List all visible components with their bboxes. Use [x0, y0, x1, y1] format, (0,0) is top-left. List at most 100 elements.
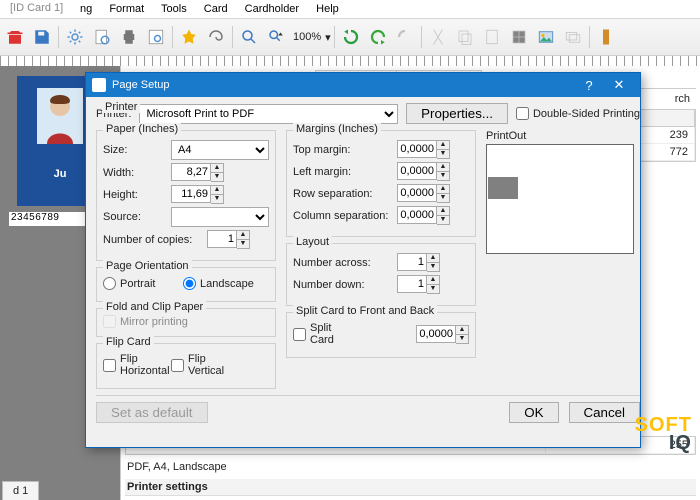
set-default-button: Set as default	[96, 402, 208, 423]
menu-item[interactable]: Tools	[161, 3, 187, 15]
size-select[interactable]: A4	[171, 140, 269, 160]
margins-legend: Margins (Inches)	[293, 123, 381, 135]
top-margin-spinner[interactable]: ▲▼	[397, 140, 450, 159]
undo-icon[interactable]	[392, 24, 418, 50]
menu-item[interactable]: ng	[80, 3, 92, 15]
double-sided-checkbox[interactable]: Double-Sided Printing	[516, 107, 640, 120]
across-label: Number across:	[293, 257, 393, 269]
pin-icon[interactable]	[176, 24, 202, 50]
size-label: Size:	[103, 144, 167, 156]
menu-item[interactable]: Cardholder	[245, 3, 299, 15]
delete-icon[interactable]	[2, 24, 28, 50]
printout-group: PrintOut	[486, 130, 640, 389]
zoom-level[interactable]: 100%	[290, 31, 324, 43]
copies-spinner[interactable]: ▲▼	[207, 230, 250, 249]
printout-preview	[486, 144, 634, 254]
height-spinner[interactable]: ▲▼	[171, 185, 224, 204]
dialog-titlebar[interactable]: Page Setup ? ✕	[86, 73, 640, 97]
refresh-icon[interactable]	[338, 24, 364, 50]
cancel-button[interactable]: Cancel	[569, 402, 641, 423]
print-preview-icon[interactable]	[143, 24, 169, 50]
zoom-dropdown-icon[interactable]	[263, 24, 289, 50]
spiral-icon[interactable]	[203, 24, 229, 50]
separator	[58, 26, 59, 48]
main-toolbar: 100%▾	[0, 19, 700, 56]
printer-settings-header[interactable]: Printer settings	[125, 479, 696, 496]
split-checkbox[interactable]: Split Card	[293, 322, 357, 346]
flip-group: Flip Card Flip Horizontal Flip Vertical	[96, 343, 276, 389]
orientation-group: Page Orientation Portrait Landscape	[96, 267, 276, 302]
separator	[589, 26, 590, 48]
zoom-icon[interactable]	[236, 24, 262, 50]
printer-status: PDF, A4, Landscape	[125, 459, 696, 475]
image-icon[interactable]	[533, 24, 559, 50]
split-group: Split Card to Front and Back Split Card▲…	[286, 312, 476, 358]
across-spinner[interactable]: ▲▼	[397, 253, 440, 272]
page-setup-icon[interactable]	[89, 24, 115, 50]
width-label: Width:	[103, 167, 167, 179]
menu-item[interactable]: Card	[204, 3, 228, 15]
mirror-checkbox: Mirror printing	[103, 315, 269, 328]
menu-item[interactable]: Format	[109, 3, 144, 15]
left-margin-spinner[interactable]: ▲▼	[397, 162, 450, 181]
landscape-radio[interactable]: Landscape	[183, 277, 247, 290]
page-icon	[92, 78, 106, 92]
separator	[334, 26, 335, 48]
canvas-tab[interactable]: d 1	[2, 481, 39, 500]
paper-legend: Paper (Inches)	[103, 123, 181, 135]
watermark: SOFTIQ	[635, 416, 692, 452]
flip-v-checkbox[interactable]: Flip Vertical	[171, 353, 235, 377]
close-button[interactable]: ✕	[604, 77, 634, 93]
fold-group: Fold and Clip Paper Mirror printing	[96, 308, 276, 337]
left-margin-label: Left margin:	[293, 166, 393, 178]
card-name-label: Ju	[54, 168, 67, 180]
menu-item[interactable]: Help	[316, 3, 339, 15]
source-label: Source:	[103, 211, 167, 223]
orientation-legend: Page Orientation	[103, 260, 192, 272]
separator	[232, 26, 233, 48]
layout-legend: Layout	[293, 236, 332, 248]
card-photo	[37, 88, 83, 144]
help-button[interactable]: ?	[574, 78, 604, 93]
down-spinner[interactable]: ▲▼	[397, 275, 440, 294]
save-icon[interactable]	[29, 24, 55, 50]
flip-legend: Flip Card	[103, 336, 154, 348]
row-sep-spinner[interactable]: ▲▼	[397, 184, 450, 203]
margins-group: Margins (Inches) Top margin:▲▼ Left marg…	[286, 130, 476, 237]
print-icon[interactable]	[116, 24, 142, 50]
properties-button[interactable]: Properties...	[406, 103, 508, 124]
cut-icon[interactable]	[425, 24, 451, 50]
copies-label: Number of copies:	[103, 234, 203, 246]
top-margin-label: Top margin:	[293, 144, 393, 156]
layout-group: Layout Number across:▲▼ Number down:▲▼	[286, 243, 476, 306]
exit-icon[interactable]	[593, 24, 619, 50]
printer-select[interactable]: Microsoft Print to PDF	[139, 104, 398, 124]
page-setup-dialog: Page Setup ? ✕ Printer Printer: Microsof…	[85, 72, 641, 448]
col-sep-spinner[interactable]: ▲▼	[397, 206, 450, 225]
col-sep-label: Column separation:	[293, 210, 393, 222]
gear-icon[interactable]	[62, 24, 88, 50]
printer-group: Printer Printer: Microsoft Print to PDF …	[96, 103, 640, 124]
copy-icon[interactable]	[452, 24, 478, 50]
redo-icon[interactable]	[365, 24, 391, 50]
flip-h-checkbox[interactable]: Flip Horizontal	[103, 353, 167, 377]
separator	[421, 26, 422, 48]
portrait-radio[interactable]: Portrait	[103, 277, 167, 290]
height-label: Height:	[103, 189, 167, 201]
printout-card-cell	[488, 177, 518, 199]
paste-icon[interactable]	[479, 24, 505, 50]
printer-legend: Printer	[102, 101, 140, 113]
cards-icon[interactable]	[560, 24, 586, 50]
printout-legend: PrintOut	[486, 130, 640, 142]
window-title-fragment: [ID Card 1]	[10, 2, 63, 14]
row-sep-label: Row separation:	[293, 188, 393, 200]
split-spinner[interactable]: ▲▼	[416, 325, 469, 344]
source-select[interactable]	[171, 207, 269, 227]
menubar: ng Format Tools Card Cardholder Help	[0, 0, 700, 19]
width-spinner[interactable]: ▲▼	[171, 163, 224, 182]
ok-button[interactable]: OK	[509, 402, 558, 423]
dialog-title: Page Setup	[112, 79, 170, 91]
split-legend: Split Card to Front and Back	[293, 305, 437, 317]
grid-icon[interactable]	[506, 24, 532, 50]
fold-legend: Fold and Clip Paper	[103, 301, 206, 313]
